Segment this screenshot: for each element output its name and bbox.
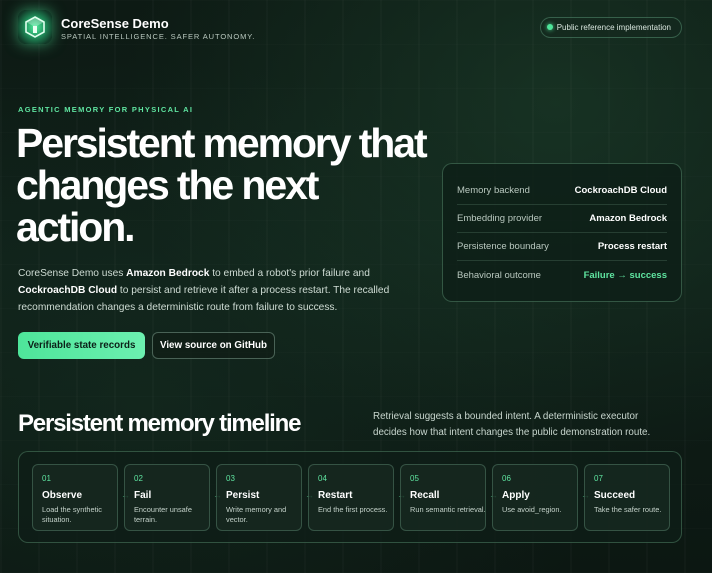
step-number: 07	[594, 474, 603, 483]
info-label: Persistence boundary	[457, 241, 549, 252]
hero-eyebrow: AGENTIC MEMORY FOR PHYSICAL AI	[18, 105, 194, 114]
timeline-panel: 01 Observe Load the synthetic situation.…	[18, 451, 682, 543]
status-badge: Public reference implementation	[539, 17, 682, 38]
step-description: Use avoid_region.	[502, 505, 562, 514]
info-label: Behavioral outcome	[457, 269, 541, 281]
timeline-step-apply[interactable]: 06 Apply Use avoid_region.	[492, 464, 578, 531]
step-description: Take the safer route.	[594, 505, 662, 514]
timeline-step-restart[interactable]: 04 Restart End the first process.	[308, 464, 394, 531]
step-number: 02	[134, 474, 143, 483]
timeline-step-succeed[interactable]: 07 Succeed Take the safer route.	[584, 464, 670, 531]
timeline-step-observe[interactable]: 01 Observe Load the synthetic situation.	[32, 464, 118, 531]
step-number: 04	[318, 474, 327, 483]
timeline-description: Retrieval suggests a bounded intent. A d…	[373, 411, 651, 438]
info-label: Embedding provider	[457, 213, 543, 224]
site-header: CoreSense Demo SPATIAL INTELLIGENCE. SAF…	[18, 10, 682, 44]
step-number: 06	[502, 474, 511, 483]
step-title: Observe	[42, 490, 83, 501]
info-row-embedding-provider: Embedding provider Amazon Bedrock	[457, 205, 667, 233]
step-title: Fail	[134, 490, 152, 501]
step-number: 05	[410, 474, 419, 483]
info-row-persistence-boundary: Persistence boundary Process restart	[457, 233, 667, 261]
info-row-behavioral-outcome: Behavioral outcome Failure → success	[457, 261, 667, 289]
step-number: 01	[42, 474, 51, 483]
status-dot-icon	[546, 24, 553, 30]
timeline-step-fail[interactable]: 02 Fail Encounter unsafe terrain.	[124, 464, 210, 531]
step-description: Write memory and vector.	[226, 505, 287, 524]
brand-tagline: SPATIAL INTELLIGENCE. SAFER AUTONOMY.	[61, 32, 256, 41]
hero-headline: Persistent memory that changes the next …	[16, 120, 428, 250]
step-title: Restart	[318, 490, 353, 501]
status-badge-label: Public reference implementation	[556, 23, 671, 32]
info-value: Process restart	[597, 241, 667, 252]
timeline-title: Persistent memory timeline	[18, 410, 301, 437]
info-row-memory-backend: Memory backend CockroachDB Cloud	[457, 177, 667, 205]
step-title: Apply	[502, 490, 530, 501]
cockroachdb-highlight: CockroachDB Cloud	[18, 285, 118, 296]
info-label: Memory backend	[457, 185, 530, 196]
step-title: Persist	[226, 490, 260, 501]
step-number: 03	[226, 474, 235, 483]
timeline-step-recall[interactable]: 05 Recall Run semantic retrieval.	[400, 464, 486, 531]
github-source-button[interactable]: View source on GitHub	[152, 332, 275, 359]
info-value: CockroachDB Cloud	[574, 185, 667, 196]
step-description: Run semantic retrieval.	[410, 505, 486, 514]
step-description: Load the synthetic situation.	[42, 505, 102, 524]
step-description: End the first process.	[318, 505, 388, 514]
hero-description: CoreSense Demo uses Amazon Bedrock to em…	[18, 268, 390, 313]
brand-name[interactable]: CoreSense Demo	[61, 16, 169, 31]
timeline-step-persist[interactable]: 03 Persist Write memory and vector.	[216, 464, 302, 531]
verifiable-records-button[interactable]: Verifiable state records	[18, 332, 145, 359]
cube-logo-icon[interactable]	[18, 10, 52, 44]
system-info-card: Memory backend CockroachDB Cloud Embeddi…	[442, 163, 682, 302]
info-value: Amazon Bedrock	[589, 213, 667, 224]
step-description: Encounter unsafe terrain.	[134, 505, 192, 524]
info-value: Failure → success	[583, 269, 667, 281]
step-title: Recall	[410, 490, 440, 501]
step-title: Succeed	[594, 490, 636, 501]
bedrock-highlight: Amazon Bedrock	[126, 268, 210, 279]
